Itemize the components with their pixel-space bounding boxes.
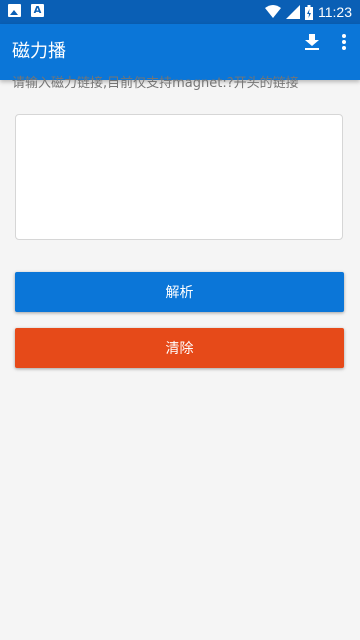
download-icon: [305, 34, 319, 50]
font-notification-icon: A: [31, 4, 44, 17]
clock: 11:23: [318, 4, 352, 20]
download-button[interactable]: [296, 28, 328, 56]
more-vert-icon: [342, 34, 346, 50]
system-icons: 11:23: [265, 3, 352, 21]
wifi-icon: [265, 5, 281, 18]
magnet-link-input[interactable]: [15, 114, 343, 240]
status-bar: A 11:23: [0, 0, 360, 24]
magnet-hint-text: 请输入磁力链接,目前仅支持magnet:?开头的链接: [12, 76, 299, 91]
battery-icon: [305, 4, 313, 20]
parse-button[interactable]: 解析: [15, 272, 344, 312]
clear-button[interactable]: 清除: [15, 328, 344, 368]
signal-icon: [286, 5, 300, 19]
notification-icons: A: [8, 4, 44, 17]
more-options-button[interactable]: [328, 28, 360, 56]
image-notification-icon: [8, 4, 21, 17]
